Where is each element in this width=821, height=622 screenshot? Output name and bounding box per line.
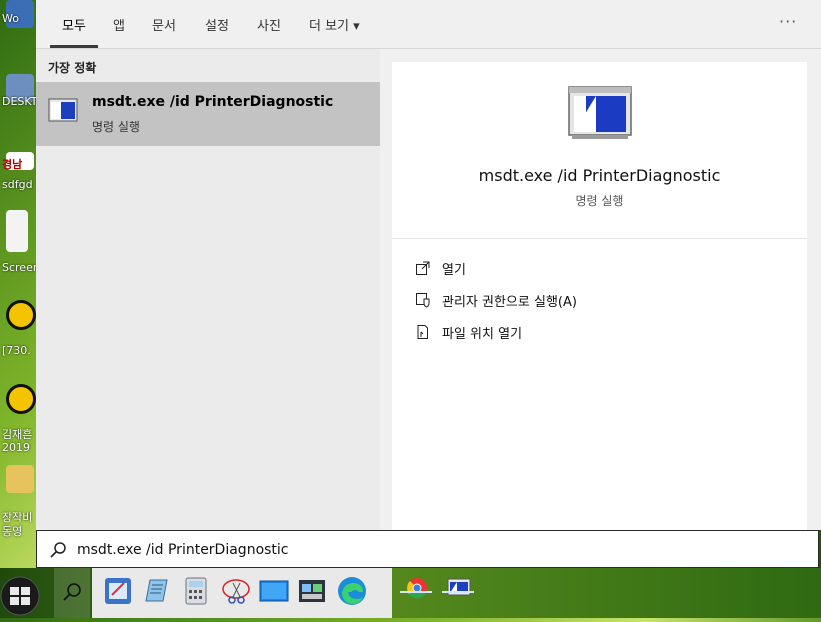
search-tabs: 모두 앱 문서 설정 사진 더 보기 ▾ ···	[36, 0, 821, 48]
pinned-apps	[92, 568, 392, 618]
detail-divider	[392, 238, 807, 239]
task-view-app-icon[interactable]	[296, 575, 328, 607]
tab-all[interactable]: 모두	[62, 15, 86, 34]
taskbar-search-button[interactable]	[54, 568, 90, 618]
detail-subtitle: 명령 실행	[575, 194, 624, 208]
tab-more[interactable]: 더 보기 ▾	[309, 15, 360, 34]
desktop-label: 김재흔	[2, 428, 33, 441]
open-label: 열기	[442, 262, 466, 278]
windows-logo-icon	[0, 576, 40, 616]
edge-browser-icon[interactable]	[336, 575, 368, 607]
desktop-shortcut-icon[interactable]	[6, 210, 28, 252]
desktop-label: Wo	[2, 12, 19, 25]
taskbar	[0, 568, 821, 618]
desktop-shortcut-icon[interactable]	[6, 384, 36, 414]
file-location-icon	[414, 323, 432, 341]
search-input[interactable]: msdt.exe /id PrinterDiagnostic	[77, 542, 289, 558]
result-title: msdt.exe /id PrinterDiagnostic	[92, 94, 334, 110]
search-box[interactable]: msdt.exe /id PrinterDiagnostic	[36, 530, 819, 568]
run-command-icon	[568, 86, 632, 139]
best-match-heading: 가장 정확	[48, 61, 97, 75]
open-action[interactable]: 열기	[414, 257, 466, 279]
notepad-app-icon[interactable]	[140, 575, 172, 607]
search-icon	[63, 583, 81, 601]
shield-icon	[414, 291, 432, 309]
running-indicator	[400, 591, 432, 593]
chrome-browser-icon[interactable]	[402, 573, 432, 603]
desktop-label: DESKT	[2, 95, 38, 108]
run-command-icon	[48, 98, 78, 122]
detail-title: msdt.exe /id PrinterDiagnostic	[478, 166, 721, 185]
calculator-app-icon[interactable]	[180, 575, 212, 607]
tab-apps[interactable]: 앱	[113, 15, 125, 34]
snipping-tool-icon[interactable]	[220, 575, 252, 607]
tab-documents[interactable]: 문서	[152, 15, 176, 34]
open-file-location-label: 파일 위치 열기	[442, 326, 523, 342]
best-match-result[interactable]: msdt.exe /id PrinterDiagnostic 명령 실행	[36, 82, 380, 146]
desktop-label: sdfgd	[2, 178, 33, 191]
desktop-folder-icon[interactable]	[6, 465, 34, 493]
start-button[interactable]	[0, 568, 46, 618]
results-list: 가장 정확 msdt.exe /id PrinterDiagnostic 명령 …	[36, 49, 380, 530]
result-detail-pane: msdt.exe /id PrinterDiagnostic 명령 실행 열기 …	[392, 62, 807, 530]
run-as-admin-label: 관리자 권한으로 실행(A)	[442, 294, 577, 310]
more-options-button[interactable]: ···	[779, 12, 797, 31]
desktop-label: 동영	[2, 525, 23, 538]
desktop-icons: Wo DESKT 경남 sdfgd Screen [730. 김재흔 2019 …	[0, 0, 40, 570]
search-icon	[50, 542, 66, 558]
tab-photos[interactable]: 사진	[257, 15, 281, 34]
desktop-shortcut-icon[interactable]	[6, 300, 36, 330]
open-file-location-action[interactable]: 파일 위치 열기	[414, 321, 522, 343]
remote-desktop-icon[interactable]	[258, 575, 290, 607]
run-command-icon[interactable]	[444, 573, 474, 603]
desktop-label: 2019	[2, 441, 30, 454]
open-icon	[414, 259, 432, 277]
desktop-label: 경남	[2, 158, 23, 171]
desktop-label: [730.	[2, 344, 31, 357]
running-indicator	[442, 591, 474, 593]
desktop-label: Screen	[2, 261, 40, 274]
tab-settings[interactable]: 설정	[205, 15, 229, 34]
result-subtitle: 명령 실행	[92, 120, 140, 134]
run-as-admin-action[interactable]: 관리자 권한으로 실행(A)	[414, 289, 577, 311]
search-panel: 모두 앱 문서 설정 사진 더 보기 ▾ ··· 가장 정확 msdt.exe …	[36, 0, 821, 530]
paint-app-icon[interactable]	[102, 575, 134, 607]
